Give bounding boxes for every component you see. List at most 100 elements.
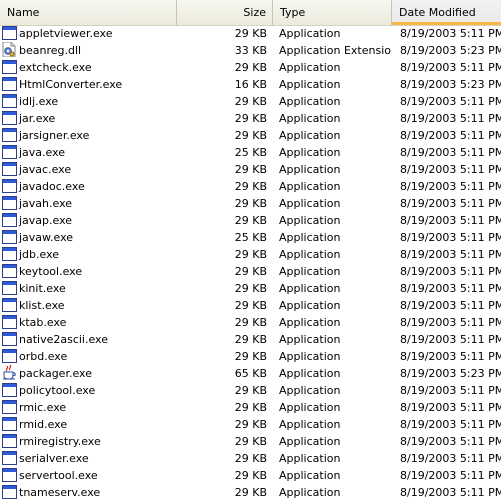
file-name: rmic.exe (19, 401, 67, 414)
file-size: 29 KB (234, 265, 267, 278)
file-type: Application (279, 486, 341, 499)
file-type: Application (279, 418, 341, 431)
application-window-icon (2, 400, 17, 414)
file-row[interactable]: rmid.exe 29 KB Application 8/19/2003 5:11 P… (0, 416, 501, 433)
file-name: javac.exe (19, 163, 72, 176)
file-size: 29 KB (234, 129, 267, 142)
application-window-icon (2, 468, 17, 482)
file-name: tnameserv.exe (19, 486, 101, 499)
file-size: 65 KB (234, 367, 267, 380)
file-size: 29 KB (234, 486, 267, 499)
application-window-icon (2, 196, 17, 210)
column-header-size[interactable]: Size (177, 0, 273, 25)
file-date-modified: 8/19/2003 5:23 PM (400, 367, 501, 380)
file-row[interactable]: packager.exe 65 KB Application 8/19/2003 5:… (0, 365, 501, 382)
file-row[interactable]: jdb.exe 29 KB Application 8/19/2003 5:11 PM (0, 246, 501, 263)
file-row[interactable]: java.exe 25 KB Application 8/19/2003 5:11 P… (0, 144, 501, 161)
column-header-date-modified[interactable]: Date Modified (392, 0, 501, 25)
file-type: Application (279, 163, 341, 176)
file-name: orbd.exe (19, 350, 68, 363)
file-row[interactable]: javah.exe 29 KB Application 8/19/2003 5:11 … (0, 195, 501, 212)
file-row[interactable]: beanreg.dll 33 KB Application Extension 8/1… (0, 42, 501, 59)
file-name: keytool.exe (19, 265, 83, 278)
application-window-icon (2, 128, 17, 142)
dll-gear-icon (2, 42, 16, 58)
file-row[interactable]: orbd.exe 29 KB Application 8/19/2003 5:11 P… (0, 348, 501, 365)
file-row[interactable]: jar.exe 29 KB Application 8/19/2003 5:11 PM (0, 110, 501, 127)
file-row[interactable]: HtmlConverter.exe 16 KB Application 8/19/20… (0, 76, 501, 93)
file-name: javap.exe (19, 214, 73, 227)
file-type: Application (279, 384, 341, 397)
file-row[interactable]: javac.exe 29 KB Application 8/19/2003 5:11 … (0, 161, 501, 178)
file-type: Application Extension (279, 44, 391, 57)
file-row[interactable]: native2ascii.exe 29 KB Application 8/19/200… (0, 331, 501, 348)
file-size: 29 KB (234, 95, 267, 108)
file-date-modified: 8/19/2003 5:11 PM (400, 486, 501, 499)
file-row[interactable]: javadoc.exe 29 KB Application 8/19/2003 5:1… (0, 178, 501, 195)
file-date-modified: 8/19/2003 5:11 PM (400, 197, 501, 210)
file-type: Application (279, 350, 341, 363)
file-name: appletviewer.exe (19, 27, 113, 40)
column-header-name[interactable]: Name (0, 0, 177, 25)
file-name: serialver.exe (19, 452, 89, 465)
application-window-icon (2, 247, 17, 261)
file-row[interactable]: klist.exe 29 KB Application 8/19/2003 5:11 … (0, 297, 501, 314)
file-row[interactable]: javaw.exe 25 KB Application 8/19/2003 5:11 … (0, 229, 501, 246)
column-header-type[interactable]: Type (273, 0, 392, 25)
file-size: 29 KB (234, 163, 267, 176)
file-row[interactable]: appletviewer.exe 29 KB Application 8/19/200… (0, 25, 501, 42)
file-row[interactable]: rmiregistry.exe 29 KB Application 8/19/2003… (0, 433, 501, 450)
column-header-name-label: Name (7, 6, 40, 19)
file-row[interactable]: extcheck.exe 29 KB Application 8/19/2003 5:… (0, 59, 501, 76)
file-size: 29 KB (234, 452, 267, 465)
file-name: rmid.exe (19, 418, 68, 431)
file-size: 29 KB (234, 469, 267, 482)
file-row[interactable]: policytool.exe 29 KB Application 8/19/2003 … (0, 382, 501, 399)
file-type: Application (279, 316, 341, 329)
file-type: Application (279, 129, 341, 142)
application-window-icon (2, 162, 17, 176)
file-name: policytool.exe (19, 384, 96, 397)
application-window-icon (2, 451, 17, 465)
file-type: Application (279, 27, 341, 40)
file-size: 29 KB (234, 61, 267, 74)
application-window-icon (2, 434, 17, 448)
file-date-modified: 8/19/2003 5:11 PM (400, 418, 501, 431)
file-date-modified: 8/19/2003 5:11 PM (400, 214, 501, 227)
file-size: 29 KB (234, 197, 267, 210)
file-size: 16 KB (234, 78, 267, 91)
file-row[interactable]: javap.exe 29 KB Application 8/19/2003 5:11 … (0, 212, 501, 229)
file-name: jarsigner.exe (19, 129, 90, 142)
file-type: Application (279, 197, 341, 210)
file-size: 29 KB (234, 401, 267, 414)
file-row[interactable]: kinit.exe 29 KB Application 8/19/2003 5:11 … (0, 280, 501, 297)
file-date-modified: 8/19/2003 5:11 PM (400, 146, 501, 159)
file-name: ktab.exe (19, 316, 67, 329)
file-name: idlj.exe (19, 95, 59, 108)
file-row[interactable]: keytool.exe 29 KB Application 8/19/2003 5:1… (0, 263, 501, 280)
file-row[interactable]: jarsigner.exe 29 KB Application 8/19/2003 5… (0, 127, 501, 144)
file-size: 29 KB (234, 384, 267, 397)
file-date-modified: 8/19/2003 5:11 PM (400, 333, 501, 346)
file-size: 33 KB (234, 44, 267, 57)
application-window-icon (2, 111, 17, 125)
application-window-icon (2, 94, 17, 108)
application-window-icon (2, 383, 17, 397)
file-size: 29 KB (234, 214, 267, 227)
column-header-type-label: Type (280, 6, 306, 19)
file-row[interactable]: serialver.exe 29 KB Application 8/19/2003 5… (0, 450, 501, 467)
file-name: HtmlConverter.exe (19, 78, 123, 91)
file-row[interactable]: ktab.exe 29 KB Application 8/19/2003 5:11 P… (0, 314, 501, 331)
file-row[interactable]: rmic.exe 29 KB Application 8/19/2003 5:11 P… (0, 399, 501, 416)
file-type: Application (279, 78, 341, 91)
file-date-modified: 8/19/2003 5:11 PM (400, 61, 501, 74)
file-row[interactable]: idlj.exe 29 KB Application 8/19/2003 5:11 P… (0, 93, 501, 110)
application-window-icon (2, 281, 17, 295)
file-size: 29 KB (234, 248, 267, 261)
application-window-icon (2, 417, 17, 431)
file-name: javah.exe (19, 197, 73, 210)
file-row[interactable]: tnameserv.exe 29 KB Application 8/19/2003 5… (0, 484, 501, 501)
file-type: Application (279, 435, 341, 448)
application-window-icon (2, 315, 17, 329)
file-row[interactable]: servertool.exe 29 KB Application 8/19/2003 … (0, 467, 501, 484)
